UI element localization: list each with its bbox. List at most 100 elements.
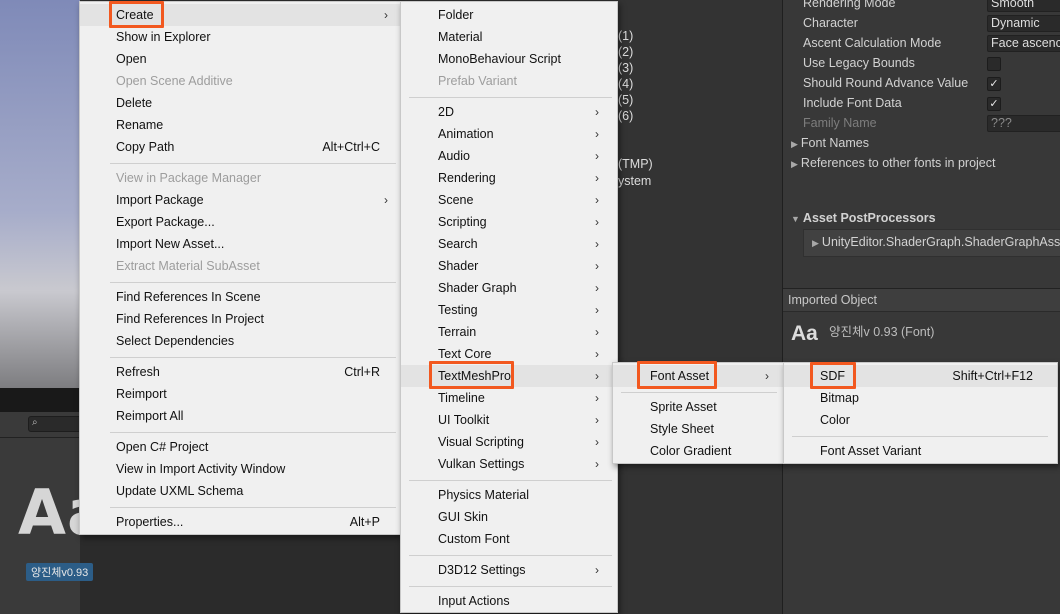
references-foldout[interactable]: ▶ References to other fonts in project: [791, 156, 995, 170]
menu-item-audio[interactable]: Audio ›: [401, 145, 617, 167]
menu-item-search[interactable]: Search ›: [401, 233, 617, 255]
menu-item-font-asset-variant[interactable]: Font Asset Variant: [784, 440, 1057, 462]
asset-postprocessors-foldout[interactable]: ▼ Asset PostProcessors: [791, 211, 936, 225]
imported-object-header: Imported Object: [783, 288, 1060, 312]
rendering-mode-dropdown[interactable]: Smooth: [987, 0, 1060, 12]
menu-item-open-csharp-project[interactable]: Open C# Project: [80, 436, 400, 458]
menu-item-ui-toolkit[interactable]: UI Toolkit ›: [401, 409, 617, 431]
menu-item-color[interactable]: Color: [784, 409, 1057, 431]
menu-item-d3d12-settings[interactable]: D3D12 Settings ›: [401, 559, 617, 581]
menu-item-scripting[interactable]: Scripting ›: [401, 211, 617, 233]
chevron-right-icon: ›: [765, 369, 769, 383]
list-item: (4): [618, 77, 634, 91]
menu-item-rename[interactable]: Rename: [80, 114, 400, 136]
menu-item-textmeshpro[interactable]: TextMeshPro ›: [401, 365, 617, 387]
ascent-mode-dropdown[interactable]: Face ascenc: [987, 35, 1060, 52]
menu-item-style-sheet[interactable]: Style Sheet: [613, 418, 783, 440]
menu-item-2d[interactable]: 2D ›: [401, 101, 617, 123]
chevron-right-icon: ›: [384, 8, 388, 22]
menu-item-find-references-in-project[interactable]: Find References In Project: [80, 308, 400, 330]
menu-item-copy-path[interactable]: Copy Path Alt+Ctrl+C: [80, 136, 400, 158]
check-icon: ✓: [989, 98, 999, 110]
chevron-right-icon: ›: [595, 369, 599, 383]
menu-item-import-package[interactable]: Import Package ›: [80, 189, 400, 211]
menu-separator: [621, 392, 777, 393]
menu-item-show-in-explorer[interactable]: Show in Explorer: [80, 26, 400, 48]
asset-postprocessors-label: Asset PostProcessors: [802, 211, 936, 225]
menu-item-export-package[interactable]: Export Package...: [80, 211, 400, 233]
menu-item-properties[interactable]: Properties... Alt+P: [80, 511, 400, 533]
chevron-right-icon: ›: [595, 215, 599, 229]
menu-item-monobehaviour-script[interactable]: MonoBehaviour Script: [401, 48, 617, 70]
chevron-right-icon: ›: [595, 347, 599, 361]
round-advance-checkbox[interactable]: ✓: [987, 77, 1001, 91]
menu-separator: [409, 480, 612, 481]
menu-item-text-core[interactable]: Text Core ›: [401, 343, 617, 365]
menu-item-physics-material[interactable]: Physics Material: [401, 484, 617, 506]
menu-item-reimport-all[interactable]: Reimport All: [80, 405, 400, 427]
chevron-right-icon: ›: [595, 193, 599, 207]
menu-item-select-dependencies[interactable]: Select Dependencies: [80, 330, 400, 352]
menu-item-sprite-asset[interactable]: Sprite Asset: [613, 396, 783, 418]
menu-item-gui-skin[interactable]: GUI Skin: [401, 506, 617, 528]
menu-item-find-references-in-scene[interactable]: Find References In Scene: [80, 286, 400, 308]
font-names-foldout[interactable]: ▶ Font Names: [791, 136, 869, 150]
menu-item-bitmap[interactable]: Bitmap: [784, 387, 1057, 409]
menu-item-custom-font[interactable]: Custom Font: [401, 528, 617, 550]
menu-separator: [110, 507, 396, 508]
menu-item-terrain[interactable]: Terrain ›: [401, 321, 617, 343]
menu-item-view-in-package-manager: View in Package Manager: [116, 171, 261, 185]
menu-separator: [110, 163, 396, 164]
shortcut-label: Ctrl+R: [344, 365, 380, 379]
menu-item-open[interactable]: Open: [80, 48, 400, 70]
check-icon: ✓: [989, 78, 999, 90]
rendering-mode-label: Rendering Mode: [803, 0, 896, 10]
imported-object-icon: Aa: [791, 322, 818, 345]
chevron-right-icon: ›: [595, 171, 599, 185]
menu-item-shader-graph[interactable]: Shader Graph ›: [401, 277, 617, 299]
legacy-bounds-label: Use Legacy Bounds: [803, 56, 915, 70]
list-item: (2): [618, 45, 634, 59]
menu-item-reimport[interactable]: Reimport: [80, 383, 400, 405]
chevron-right-icon: ›: [595, 435, 599, 449]
menu-item-rendering[interactable]: Rendering ›: [401, 167, 617, 189]
asset-name-label[interactable]: 양진체v0.93: [26, 563, 94, 581]
menu-separator: [110, 282, 396, 283]
shortcut-label: Alt+P: [349, 515, 380, 529]
menu-item-sdf[interactable]: SDF Shift+Ctrl+F12: [784, 365, 1057, 387]
menu-item-vulkan-settings[interactable]: Vulkan Settings ›: [401, 453, 617, 475]
legacy-bounds-checkbox[interactable]: [987, 57, 1001, 71]
menu-item-material[interactable]: Material: [401, 26, 617, 48]
menu-item-update-uxml-schema[interactable]: Update UXML Schema: [80, 480, 400, 502]
menu-item-import-new-asset[interactable]: Import New Asset...: [80, 233, 400, 255]
textmeshpro-submenu: Font Asset › Sprite Asset Style Sheet Col…: [612, 362, 784, 464]
scene-view[interactable]: [0, 0, 80, 388]
include-font-data-checkbox[interactable]: ✓: [987, 97, 1001, 111]
menu-item-folder[interactable]: Folder: [401, 4, 617, 26]
menu-item-timeline[interactable]: Timeline ›: [401, 387, 617, 409]
menu-item-refresh[interactable]: Refresh Ctrl+R: [80, 361, 400, 383]
postprocessor-item[interactable]: ▶ UnityEditor.ShaderGraph.ShaderGraphAss: [803, 229, 1060, 257]
character-dropdown[interactable]: Dynamic: [987, 15, 1060, 32]
menu-item-visual-scripting[interactable]: Visual Scripting ›: [401, 431, 617, 453]
chevron-right-icon: ›: [595, 149, 599, 163]
menu-separator: [409, 555, 612, 556]
chevron-right-icon: ›: [595, 413, 599, 427]
family-name-label: Family Name: [803, 116, 877, 130]
menu-item-font-asset[interactable]: Font Asset ›: [613, 365, 783, 387]
menu-item-scene[interactable]: Scene ›: [401, 189, 617, 211]
menu-item-animation[interactable]: Animation ›: [401, 123, 617, 145]
menu-item-create[interactable]: Create ›: [80, 4, 400, 26]
menu-item-extract-material-subasset: Extract Material SubAsset: [116, 259, 260, 273]
menu-item-view-import-activity[interactable]: View in Import Activity Window: [80, 458, 400, 480]
menu-item-delete[interactable]: Delete: [80, 92, 400, 114]
menu-item-input-actions[interactable]: Input Actions: [401, 590, 617, 612]
font-names-label: Font Names: [800, 136, 870, 150]
chevron-right-icon: ›: [595, 259, 599, 273]
list-item: (1): [618, 29, 634, 43]
menu-item-testing[interactable]: Testing ›: [401, 299, 617, 321]
list-item: (TMP): [618, 157, 653, 171]
menu-item-shader[interactable]: Shader ›: [401, 255, 617, 277]
scene-toolbar: [0, 388, 80, 412]
menu-item-color-gradient[interactable]: Color Gradient: [613, 440, 783, 462]
